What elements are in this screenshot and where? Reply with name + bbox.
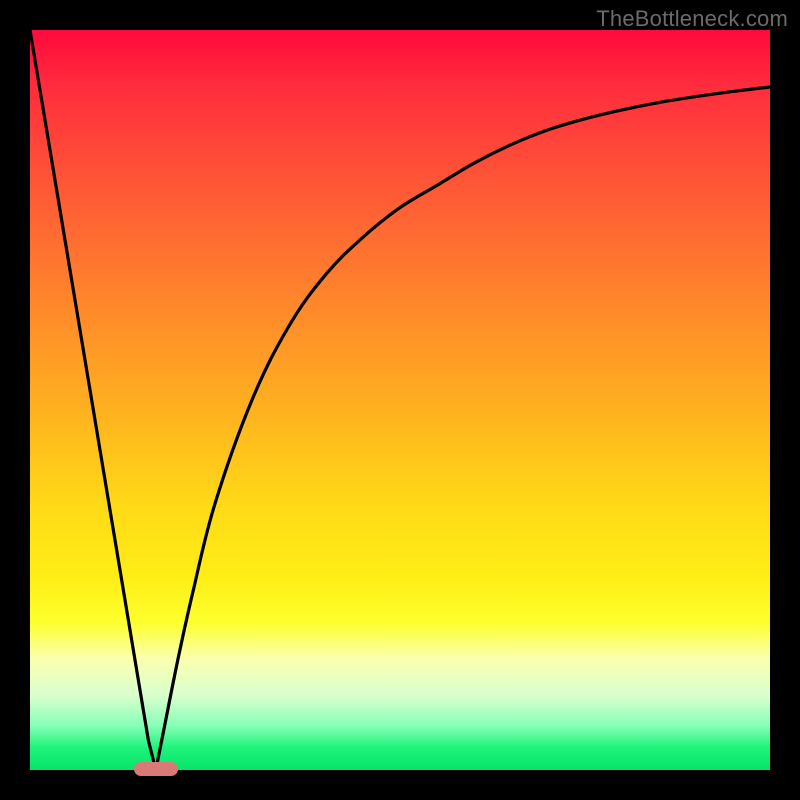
curve-left-branch xyxy=(30,30,156,770)
trough-marker xyxy=(134,762,178,776)
curve-right-branch xyxy=(156,87,770,770)
curve-layer xyxy=(30,30,770,770)
plot-area xyxy=(30,30,770,770)
chart-frame: TheBottleneck.com xyxy=(0,0,800,800)
watermark-text: TheBottleneck.com xyxy=(596,6,788,32)
